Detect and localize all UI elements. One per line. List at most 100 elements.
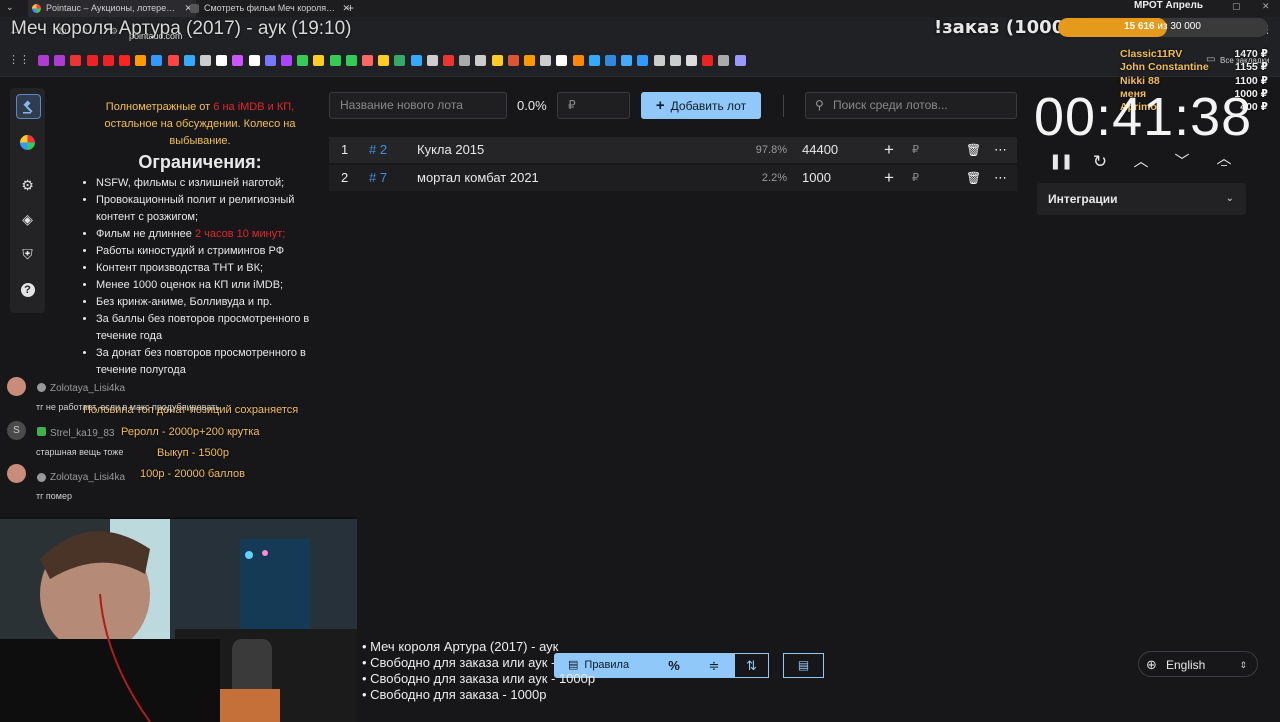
bookmark-favicon-icon[interactable] <box>119 55 130 66</box>
bookmark-favicon-icon[interactable] <box>281 55 292 66</box>
goal-bar: 15 616 из 30 000 <box>1058 18 1268 37</box>
bookmark-favicon-icon[interactable] <box>329 55 341 66</box>
apps-grid-icon[interactable]: ⋮⋮ <box>8 53 30 66</box>
bookmark-favicon-icon[interactable] <box>151 55 163 66</box>
bookmark-favicon-icon[interactable] <box>669 55 681 66</box>
reset-icon[interactable]: ↻ <box>1090 152 1110 172</box>
rule-item: NSFW, фильмы с излишней наготой; <box>96 175 320 192</box>
bookmark-favicon-icon[interactable] <box>38 55 49 66</box>
bookmark-favicon-icon[interactable] <box>637 55 649 66</box>
bookmark-favicon-icon[interactable] <box>297 55 309 66</box>
more-options-icon[interactable]: ⋯ <box>994 137 1007 163</box>
bookmark-favicon-icon[interactable] <box>572 55 584 66</box>
rule-text: За донат без повторов просмотренного в т… <box>96 347 306 376</box>
lot-row[interactable]: 2 # 7 мортал комбат 2021 2.2% 1000 ₽ + 🗑 ⋯ <box>329 164 1017 191</box>
bookmark-favicon-icon[interactable] <box>313 55 325 66</box>
globe-icon: ⊕ <box>1146 657 1157 672</box>
lot-rank: 2 <box>341 169 349 185</box>
rule-item: Фильм не длиннее 2 часов 10 минут; <box>96 226 320 243</box>
bookmark-favicon-icon[interactable] <box>232 55 244 66</box>
lot-amount[interactable]: 44400 <box>802 137 838 163</box>
compress-icon[interactable]: ≑ <box>694 653 734 678</box>
bookmark-favicon-icon[interactable] <box>362 55 373 66</box>
bookmark-favicon-icon[interactable] <box>686 55 697 66</box>
new-tab-button[interactable]: + <box>347 1 354 15</box>
bookmark-favicon-icon[interactable] <box>459 55 471 66</box>
bookmark-favicon-icon[interactable] <box>475 55 487 66</box>
bookmark-favicon-icon[interactable] <box>702 55 714 66</box>
bookmark-favicon-icon[interactable] <box>135 55 147 66</box>
lot-id[interactable]: # 2 <box>369 137 387 163</box>
bookmark-favicon-icon[interactable] <box>102 55 114 66</box>
lot-name[interactable]: мортал комбат 2021 <box>417 165 539 191</box>
layers-icon[interactable]: ◈ <box>16 208 39 231</box>
add-lot-button[interactable]: + Добавить лот <box>641 92 761 119</box>
tab-menu-icon[interactable]: ⌄ <box>6 2 14 13</box>
bookmark-favicon-icon[interactable] <box>410 55 422 66</box>
bookmark-favicon-icon[interactable] <box>200 55 211 66</box>
donor-row: Classic11RV 1470 ₽ <box>1120 48 1268 61</box>
amount-input[interactable]: ₽ <box>557 92 630 119</box>
bookmark-favicon-icon[interactable] <box>264 55 276 66</box>
add-amount-icon[interactable]: + <box>884 165 894 191</box>
help-icon[interactable]: ? <box>16 278 39 301</box>
more-options-icon[interactable]: ⋯ <box>994 165 1007 191</box>
tab-film[interactable]: Смотреть фильм Меч короля… ✕ <box>186 0 354 17</box>
wheel-icon[interactable] <box>16 131 39 154</box>
bookmark-favicon-icon[interactable] <box>524 55 535 66</box>
bookmark-favicon-icon[interactable] <box>183 55 195 66</box>
bookmark-favicon-icon[interactable] <box>394 55 406 66</box>
bookmark-favicon-icon[interactable] <box>167 55 179 66</box>
shield-icon[interactable]: ⛨ <box>16 243 39 266</box>
search-lots-input[interactable]: ⚲ Поиск среди лотов... <box>805 92 1017 119</box>
settings-gear-icon[interactable]: ⚙ <box>16 174 39 197</box>
delete-all-icon[interactable]: ▤ <box>783 653 824 678</box>
bookmark-favicon-icon[interactable] <box>718 55 730 66</box>
percent-icon: % <box>668 658 680 673</box>
bookmark-favicon-icon[interactable] <box>507 55 519 66</box>
lot-amount[interactable]: 1000 <box>802 165 831 191</box>
close-window-icon[interactable]: ✕ <box>1262 1 1270 12</box>
bookmark-favicon-icon[interactable] <box>70 55 82 66</box>
bookmark-favicon-icon[interactable] <box>491 55 503 66</box>
bookmark-favicon-icon[interactable] <box>556 55 568 66</box>
bookmark-favicon-icon[interactable] <box>378 55 390 66</box>
bookmark-favicon-icon[interactable] <box>86 55 98 66</box>
language-select[interactable]: ⊕ English ⇕ <box>1138 651 1258 677</box>
bookmark-favicon-icon[interactable] <box>54 55 66 66</box>
lot-row[interactable]: 1 # 2 Кукла 2015 97.8% 44400 ₽ + 🗑 ⋯ <box>329 137 1017 163</box>
bookmark-favicon-icon[interactable] <box>443 55 454 66</box>
rule-text: За баллы без повторов просмотренного в т… <box>96 313 310 342</box>
minimize-icon[interactable]: ▢ <box>1232 1 1241 12</box>
lot-name-input[interactable]: Название нового лота <box>329 92 507 119</box>
bookmark-favicon-icon[interactable] <box>345 55 357 66</box>
bookmark-favicon-icon[interactable] <box>588 55 600 66</box>
lot-name[interactable]: Кукла 2015 <box>417 137 484 163</box>
percent-button[interactable]: % <box>654 653 694 678</box>
chevron-down-icon[interactable]: ﹀ <box>1172 152 1192 172</box>
donor-name: John Constantine <box>1120 61 1209 74</box>
add-amount-icon[interactable]: + <box>884 137 894 163</box>
bookmark-favicon-icon[interactable] <box>734 55 746 66</box>
tab-pointauc[interactable]: Pointauc – Аукционы, лотере… ✕ <box>28 0 196 17</box>
lot-id[interactable]: # 7 <box>369 165 387 191</box>
auction-hammer-icon[interactable] <box>16 94 41 119</box>
trash-icon[interactable]: 🗑 <box>966 165 981 191</box>
bookmark-favicon-icon[interactable] <box>540 55 552 66</box>
bookmark-favicon-icon[interactable] <box>621 55 633 66</box>
pause-icon[interactable]: ❚❚ <box>1049 152 1073 172</box>
rule-text: Контент производства ТНТ и ВК; <box>96 262 264 274</box>
bookmark-favicon-icon[interactable] <box>426 55 438 66</box>
bookmark-favicon-icon[interactable] <box>216 55 228 66</box>
integrations-dropdown[interactable]: Интеграции ⌄ <box>1037 183 1246 215</box>
bookmark-favicon-icon[interactable] <box>653 55 665 66</box>
goal-label: МРОТ Апрель <box>1134 0 1203 11</box>
double-chevron-up-icon[interactable]: ︿ ‾ <box>1214 151 1234 180</box>
bookmark-favicon-icon[interactable] <box>248 55 260 66</box>
rule-item: Контент производства ТНТ и ВК; <box>96 260 320 277</box>
bottom-line: • Свободно для заказа - 1000р <box>362 687 547 702</box>
trash-icon[interactable]: 🗑 <box>966 137 981 163</box>
bookmark-favicon-icon[interactable] <box>605 55 616 66</box>
sort-icon[interactable]: ⇅ <box>734 653 769 678</box>
chevron-up-icon[interactable]: ︿ <box>1131 152 1151 172</box>
